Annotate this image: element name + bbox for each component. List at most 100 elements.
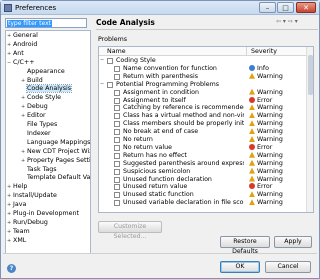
tree-item[interactable]: +Property Pages Setting — [21, 157, 90, 165]
col-name-header[interactable]: Name — [107, 48, 126, 55]
apply-button[interactable]: Apply — [274, 236, 312, 248]
problem-checkbox[interactable] — [114, 121, 120, 128]
tree-item[interactable]: + General — [7, 32, 38, 40]
tree-item[interactable]: +New CDT Project Wizar — [21, 148, 90, 156]
severity-cell[interactable]: Warning — [249, 167, 283, 176]
tree-item[interactable]: − C/C++ — [7, 59, 34, 67]
severity-cell[interactable]: Warning — [249, 104, 283, 112]
problem-checkbox[interactable] — [114, 160, 120, 167]
problem-checkbox[interactable] — [114, 65, 120, 72]
vertical-scrollbar[interactable] — [306, 47, 313, 212]
column-separator[interactable] — [246, 47, 247, 56]
tree-item[interactable]: + Ant — [7, 50, 24, 58]
restore-defaults-button[interactable]: Restore Defaults — [220, 236, 270, 255]
tree-item[interactable]: + Editor — [21, 112, 46, 120]
tree-item[interactable]: + Team — [7, 228, 30, 236]
history-nav-icons[interactable]: ⇦ ▾ ⇨ ▾ — [276, 18, 298, 25]
problem-checkbox[interactable] — [107, 81, 113, 88]
severity-cell[interactable]: Info — [249, 64, 269, 73]
table-row[interactable]: Class members should be properly initial… — [99, 120, 313, 128]
problem-checkbox[interactable] — [114, 176, 120, 183]
tree-item[interactable]: Indexer — [21, 130, 51, 138]
severity-cell[interactable]: Warning — [249, 120, 283, 128]
table-row[interactable]: No break at end of case Warning — [99, 128, 313, 136]
severity-cell[interactable]: Warning — [249, 128, 283, 136]
table-row[interactable]: Catching by reference is recommended Warn… — [99, 104, 313, 112]
tree-item[interactable]: + Code Style — [21, 94, 61, 102]
table-row[interactable]: − Potential Programming Problems — [99, 81, 313, 89]
problem-checkbox[interactable] — [114, 184, 120, 191]
table-row[interactable]: Class has a virtual method and non-virtu… — [99, 112, 313, 120]
info-icon — [249, 64, 255, 71]
tree-item[interactable]: + XML — [7, 237, 26, 245]
table-row[interactable]: Unused static function Warning — [99, 191, 313, 199]
problems-table[interactable]: Name Severity − Coding Style Name conventi… — [98, 46, 314, 213]
severity-cell[interactable]: Warning — [249, 191, 283, 199]
tree-item[interactable]: + Build — [21, 77, 43, 85]
problem-checkbox[interactable] — [114, 137, 120, 143]
minimize-button[interactable]: – — [259, 2, 276, 13]
tree-item[interactable]: + Debug — [21, 103, 48, 111]
table-row[interactable]: No return value Error — [99, 143, 313, 152]
tree-item[interactable]: + Android — [7, 41, 37, 49]
severity-cell[interactable]: Error — [249, 143, 272, 152]
problem-checkbox[interactable] — [114, 97, 120, 104]
table-row[interactable]: − Coding Style — [99, 57, 313, 65]
tree-item[interactable]: Task Tags — [21, 166, 57, 174]
tree-item[interactable]: File Types — [21, 121, 57, 129]
close-button[interactable]: ✕ — [296, 2, 316, 13]
ok-button[interactable]: OK — [220, 261, 260, 273]
tree-item[interactable]: + Plug-in Development — [7, 210, 79, 218]
severity-cell[interactable]: Warning — [249, 151, 283, 160]
severity-cell[interactable]: Warning — [249, 159, 283, 168]
collapse-icon[interactable]: − — [100, 57, 105, 65]
problem-checkbox[interactable] — [114, 200, 120, 207]
table-row[interactable]: Return has no effect Warning — [99, 151, 313, 160]
severity-cell[interactable]: Warning — [249, 136, 283, 144]
table-row[interactable]: Unused variable declaration in file scop… — [99, 199, 313, 207]
problem-checkbox[interactable] — [114, 144, 120, 151]
severity-cell[interactable]: Warning — [249, 72, 283, 81]
table-row[interactable]: Suspicious semicolon Warning — [99, 167, 313, 176]
problem-checkbox[interactable] — [114, 113, 120, 120]
severity-cell[interactable]: Error — [249, 96, 272, 105]
table-row[interactable]: Unused function declaration Warning — [99, 175, 313, 184]
tree-item[interactable]: Code Analysis — [21, 84, 73, 94]
tree-item[interactable]: + Install/Update — [7, 192, 57, 200]
table-row[interactable]: Unused return value Error — [99, 183, 313, 191]
help-icon[interactable]: ? — [7, 264, 16, 273]
tree-item[interactable]: + Help — [7, 183, 27, 191]
col-severity-header[interactable]: Severity — [251, 48, 277, 55]
filter-input[interactable]: type filter text — [5, 18, 87, 28]
tree-item[interactable]: Language Mappings — [21, 139, 90, 147]
table-row[interactable]: Return with parenthesis Warning — [99, 72, 313, 81]
problem-checkbox[interactable] — [114, 168, 120, 175]
table-row[interactable]: Assignment in condition Warning — [99, 88, 313, 97]
table-row[interactable]: No return Warning — [99, 136, 313, 144]
severity-cell[interactable]: Error — [249, 183, 272, 191]
severity-cell[interactable]: Warning — [249, 199, 283, 207]
problem-checkbox[interactable] — [114, 192, 120, 199]
cancel-button[interactable]: Cancel — [265, 261, 311, 273]
problem-checkbox[interactable] — [107, 58, 113, 64]
problem-checkbox[interactable] — [114, 89, 120, 96]
scrollbar-thumb[interactable] — [308, 55, 313, 95]
severity-cell[interactable]: Warning — [249, 175, 283, 184]
tree-item[interactable]: Appearance — [21, 68, 65, 76]
table-row[interactable]: Assignment to itself Error — [99, 96, 313, 105]
collapse-icon[interactable]: − — [100, 81, 105, 89]
tree-item[interactable]: Template Default Value — [21, 174, 90, 182]
table-row[interactable]: Name convention for function Info — [99, 64, 313, 73]
table-row[interactable]: Suggested parenthesis around expression W… — [99, 159, 313, 168]
preferences-tree[interactable]: + General + Android + Ant − C/C++ Appearance + Bui… — [5, 30, 91, 254]
severity-cell[interactable]: Warning — [249, 88, 283, 97]
customize-selected-button[interactable]: Customize Selected... — [98, 221, 162, 240]
problem-checkbox[interactable] — [114, 129, 120, 136]
problem-checkbox[interactable] — [114, 152, 120, 159]
problem-checkbox[interactable] — [114, 105, 120, 112]
tree-item[interactable]: + Run/Debug — [7, 219, 48, 227]
severity-cell[interactable]: Warning — [249, 112, 283, 120]
tree-item[interactable]: + Java — [7, 201, 26, 209]
problem-checkbox[interactable] — [114, 73, 120, 80]
maximize-button[interactable]: □ — [277, 2, 294, 13]
